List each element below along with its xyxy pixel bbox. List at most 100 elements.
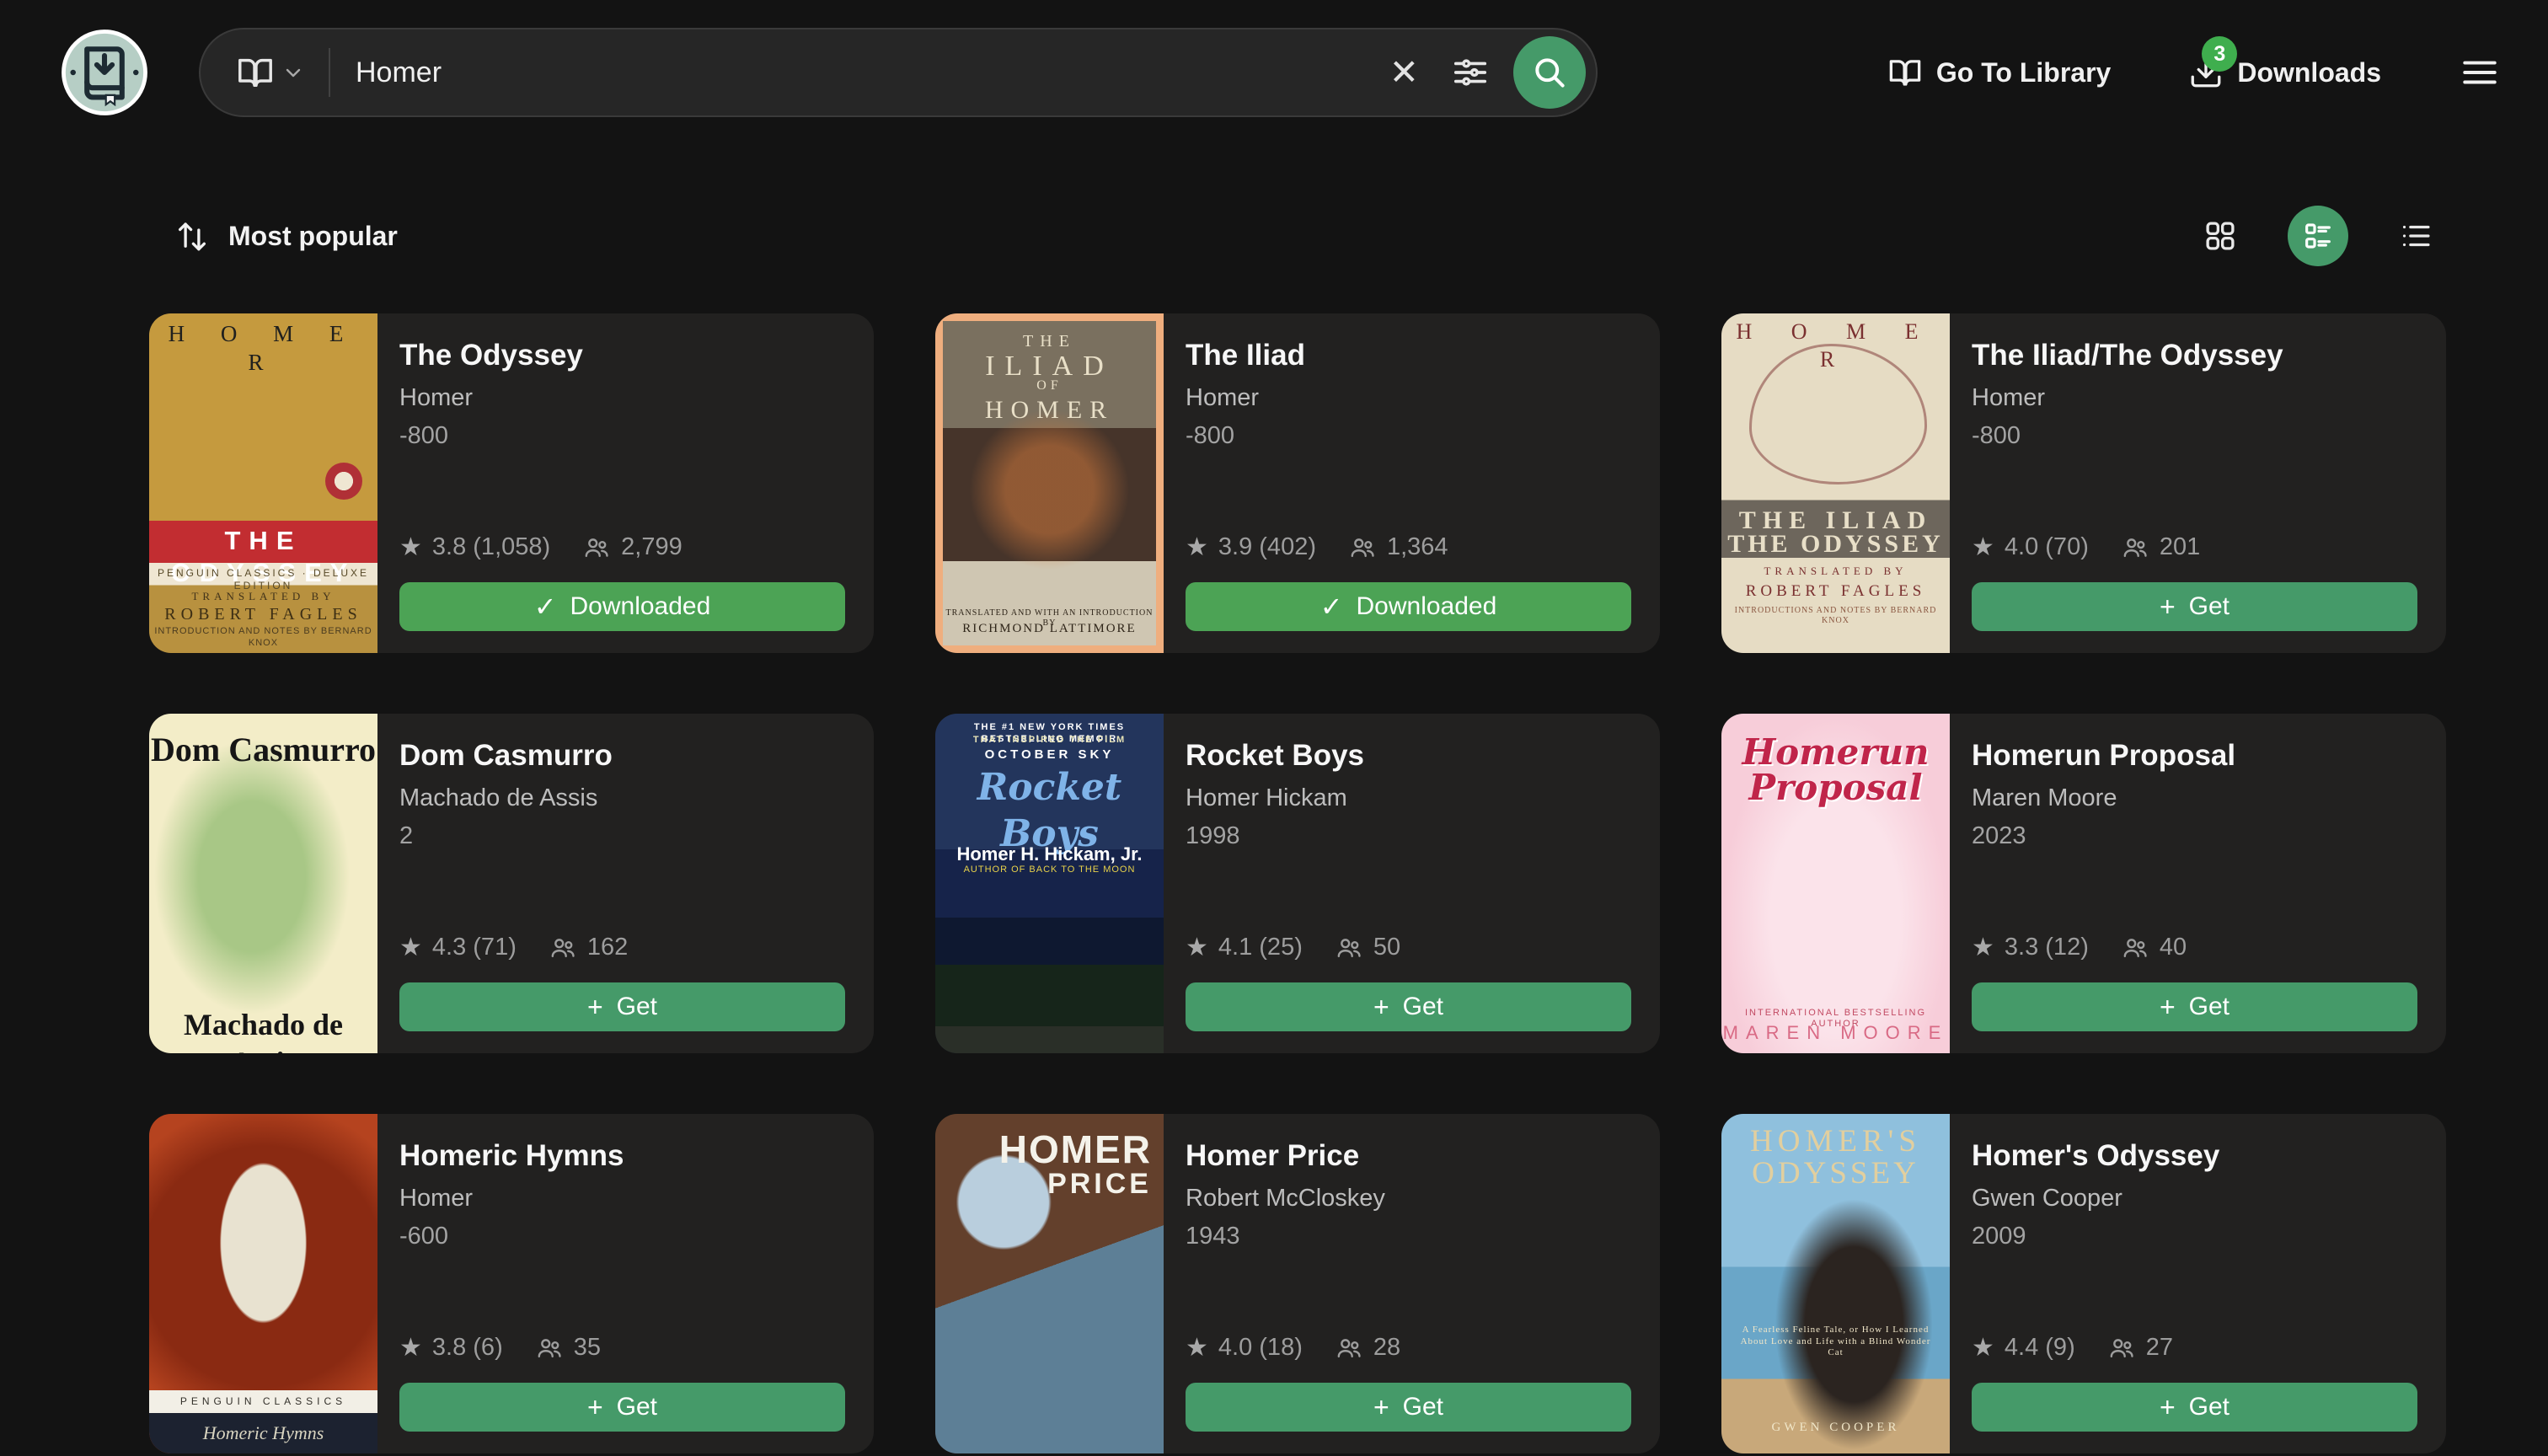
book-author: Robert McCloskey bbox=[1186, 1185, 1631, 1212]
list-view-button[interactable] bbox=[2385, 206, 2446, 266]
rating-stat: ★ 4.4 (9) bbox=[1972, 1333, 2075, 1362]
rating-stat: ★ 3.3 (12) bbox=[1972, 933, 2089, 962]
action-icon: ✓ bbox=[534, 593, 557, 620]
book-cover: H O M E RTHE ODYSSEYPENGUIN CLASSICS · D… bbox=[149, 313, 377, 653]
book-stats: ★ 4.0 (70) 201 bbox=[1972, 533, 2417, 562]
main-content: Most popular bbox=[149, 206, 2446, 1453]
action-button[interactable]: ✓ Downloaded bbox=[1186, 582, 1631, 631]
cover-text-line: Proposal bbox=[1721, 766, 1950, 811]
book-author: Homer bbox=[399, 384, 845, 412]
book-year: 1943 bbox=[1186, 1223, 1631, 1250]
book-cover: HOMERPRICE bbox=[935, 1114, 1164, 1453]
readers-stat: 28 bbox=[1335, 1334, 1400, 1362]
book-card[interactable]: H O M E RTHE ODYSSEYPENGUIN CLASSICS · D… bbox=[149, 313, 874, 653]
action-button[interactable]: + Get bbox=[1186, 1383, 1631, 1432]
action-button[interactable]: + Get bbox=[399, 982, 845, 1031]
book-author: Gwen Cooper bbox=[1972, 1185, 2417, 1212]
rating-value: 3.9 (402) bbox=[1218, 533, 1316, 561]
readers-stat: 162 bbox=[549, 934, 628, 962]
rating-value: 3.8 (1,058) bbox=[432, 533, 550, 561]
cover-text-line: INTRODUCTIONS AND NOTES BY BERNARD KNOX bbox=[1721, 606, 1950, 627]
action-button[interactable]: + Get bbox=[399, 1383, 845, 1432]
rating-stat: ★ 4.0 (70) bbox=[1972, 533, 2089, 562]
book-card[interactable]: THE #1 NEW YORK TIMES BESTSELLING MEMOIR… bbox=[935, 714, 1660, 1053]
cover-text-line: Dom Casmurro bbox=[149, 729, 377, 771]
go-to-library-button[interactable]: Go To Library bbox=[1887, 55, 2111, 90]
book-cover: H O M E RTHE ILIADTHE ODYSSEYTRANSLATED … bbox=[1721, 313, 1950, 653]
action-button[interactable]: + Get bbox=[1972, 982, 2417, 1031]
downloads-button[interactable]: 3 Downloads bbox=[2188, 55, 2381, 90]
action-icon: + bbox=[587, 993, 603, 1020]
filter-button[interactable] bbox=[1451, 53, 1490, 92]
star-icon: ★ bbox=[1186, 533, 1208, 562]
book-author: Maren Moore bbox=[1972, 784, 2417, 812]
book-stats: ★ 3.3 (12) 40 bbox=[1972, 933, 2417, 962]
rating-value: 4.0 (70) bbox=[2005, 533, 2089, 561]
search-category-dropdown[interactable] bbox=[229, 46, 310, 99]
people-icon bbox=[582, 533, 611, 562]
action-label: Get bbox=[1403, 993, 1443, 1021]
chevron-down-icon bbox=[283, 62, 303, 83]
book-card-body: Homeric Hymns Homer -600 ★ 3.8 (6) 35 bbox=[377, 1114, 874, 1453]
action-label: Get bbox=[617, 1393, 657, 1421]
cover-text-line: RICHMOND LATTIMORE bbox=[943, 621, 1156, 637]
book-stats: ★ 4.0 (18) 28 bbox=[1186, 1333, 1631, 1362]
sort-button[interactable]: Most popular bbox=[149, 218, 398, 254]
library-book-icon bbox=[1887, 55, 1923, 90]
list-view-icon bbox=[2398, 218, 2433, 254]
book-card[interactable]: HOMERPRICE Homer Price Robert McCloskey … bbox=[935, 1114, 1660, 1453]
action-icon: + bbox=[2160, 593, 2176, 620]
book-card[interactable]: THEILIADOFHOMERTRANSLATED AND WITH AN IN… bbox=[935, 313, 1660, 653]
top-bar: ✕ Go To Library bbox=[0, 0, 2548, 145]
downloads-badge: 3 bbox=[2202, 36, 2237, 72]
book-grid: H O M E RTHE ODYSSEYPENGUIN CLASSICS · D… bbox=[149, 313, 2446, 1453]
cover-text-line: OCTOBER SKY bbox=[935, 747, 1164, 763]
cover-text-line: ROBERT FAGLES bbox=[1721, 581, 1950, 602]
sliders-icon bbox=[1451, 53, 1490, 92]
book-stats: ★ 3.8 (6) 35 bbox=[399, 1333, 845, 1362]
book-title: The Iliad/The Odyssey bbox=[1972, 339, 2417, 372]
book-card-body: The Odyssey Homer -800 ★ 3.8 (1,058) 2,7… bbox=[377, 313, 874, 653]
search-submit-button[interactable] bbox=[1513, 36, 1586, 109]
book-card[interactable]: HOMER'SODYSSEYA Fearless Feline Tale, or… bbox=[1721, 1114, 2446, 1453]
book-card[interactable]: Dom Casmurro Machado de Assis Dom Casmurr… bbox=[149, 714, 874, 1053]
action-label: Downloaded bbox=[1357, 592, 1497, 621]
readers-value: 162 bbox=[587, 934, 628, 961]
readers-value: 50 bbox=[1373, 934, 1400, 961]
book-title: Homeric Hymns bbox=[399, 1139, 845, 1173]
book-card-body: The Iliad/The Odyssey Homer -800 ★ 4.0 (… bbox=[1950, 313, 2446, 653]
results-toolbar: Most popular bbox=[149, 206, 2446, 266]
readers-stat: 40 bbox=[2121, 934, 2187, 962]
book-author: Machado de Assis bbox=[399, 784, 845, 812]
search-input[interactable] bbox=[356, 56, 1389, 89]
card-list-view-button[interactable] bbox=[2288, 206, 2348, 266]
book-card[interactable]: HomerunProposalINTERNATIONAL BESTSELLING… bbox=[1721, 714, 2446, 1053]
book-stats: ★ 3.9 (402) 1,364 bbox=[1186, 533, 1631, 562]
menu-button[interactable] bbox=[2459, 51, 2501, 94]
action-label: Get bbox=[2189, 993, 2230, 1021]
rating-stat: ★ 4.0 (18) bbox=[1186, 1333, 1303, 1362]
people-icon bbox=[1335, 934, 1363, 962]
action-icon: ✓ bbox=[1320, 593, 1343, 620]
cover-text-line: PRICE bbox=[935, 1166, 1164, 1202]
rating-stat: ★ 4.1 (25) bbox=[1186, 933, 1303, 962]
people-icon bbox=[2107, 1334, 2136, 1362]
grid-view-button[interactable] bbox=[2190, 206, 2251, 266]
view-toggles bbox=[2190, 206, 2446, 266]
action-button[interactable]: + Get bbox=[1972, 1383, 2417, 1432]
people-icon bbox=[2121, 533, 2149, 562]
book-card[interactable]: H O M E RTHE ILIADTHE ODYSSEYTRANSLATED … bbox=[1721, 313, 2446, 653]
action-button[interactable]: + Get bbox=[1186, 982, 1631, 1031]
app-logo[interactable] bbox=[61, 29, 148, 116]
book-stats: ★ 3.8 (1,058) 2,799 bbox=[399, 533, 845, 562]
action-button[interactable]: + Get bbox=[1972, 582, 2417, 631]
book-title: Dom Casmurro bbox=[399, 739, 845, 773]
clear-search-button[interactable]: ✕ bbox=[1389, 55, 1419, 90]
book-cover: HomerunProposalINTERNATIONAL BESTSELLING… bbox=[1721, 714, 1950, 1053]
action-icon: + bbox=[1373, 1394, 1389, 1421]
book-card[interactable]: PENGUIN CLASSICSHomeric Hymns Homeric Hy… bbox=[149, 1114, 874, 1453]
action-button[interactable]: ✓ Downloaded bbox=[399, 582, 845, 631]
action-icon: + bbox=[2160, 993, 2176, 1020]
book-card-body: The Iliad Homer -800 ★ 3.9 (402) 1,364 bbox=[1164, 313, 1660, 653]
cover-text-line: THE ODYSSEY bbox=[149, 525, 377, 591]
